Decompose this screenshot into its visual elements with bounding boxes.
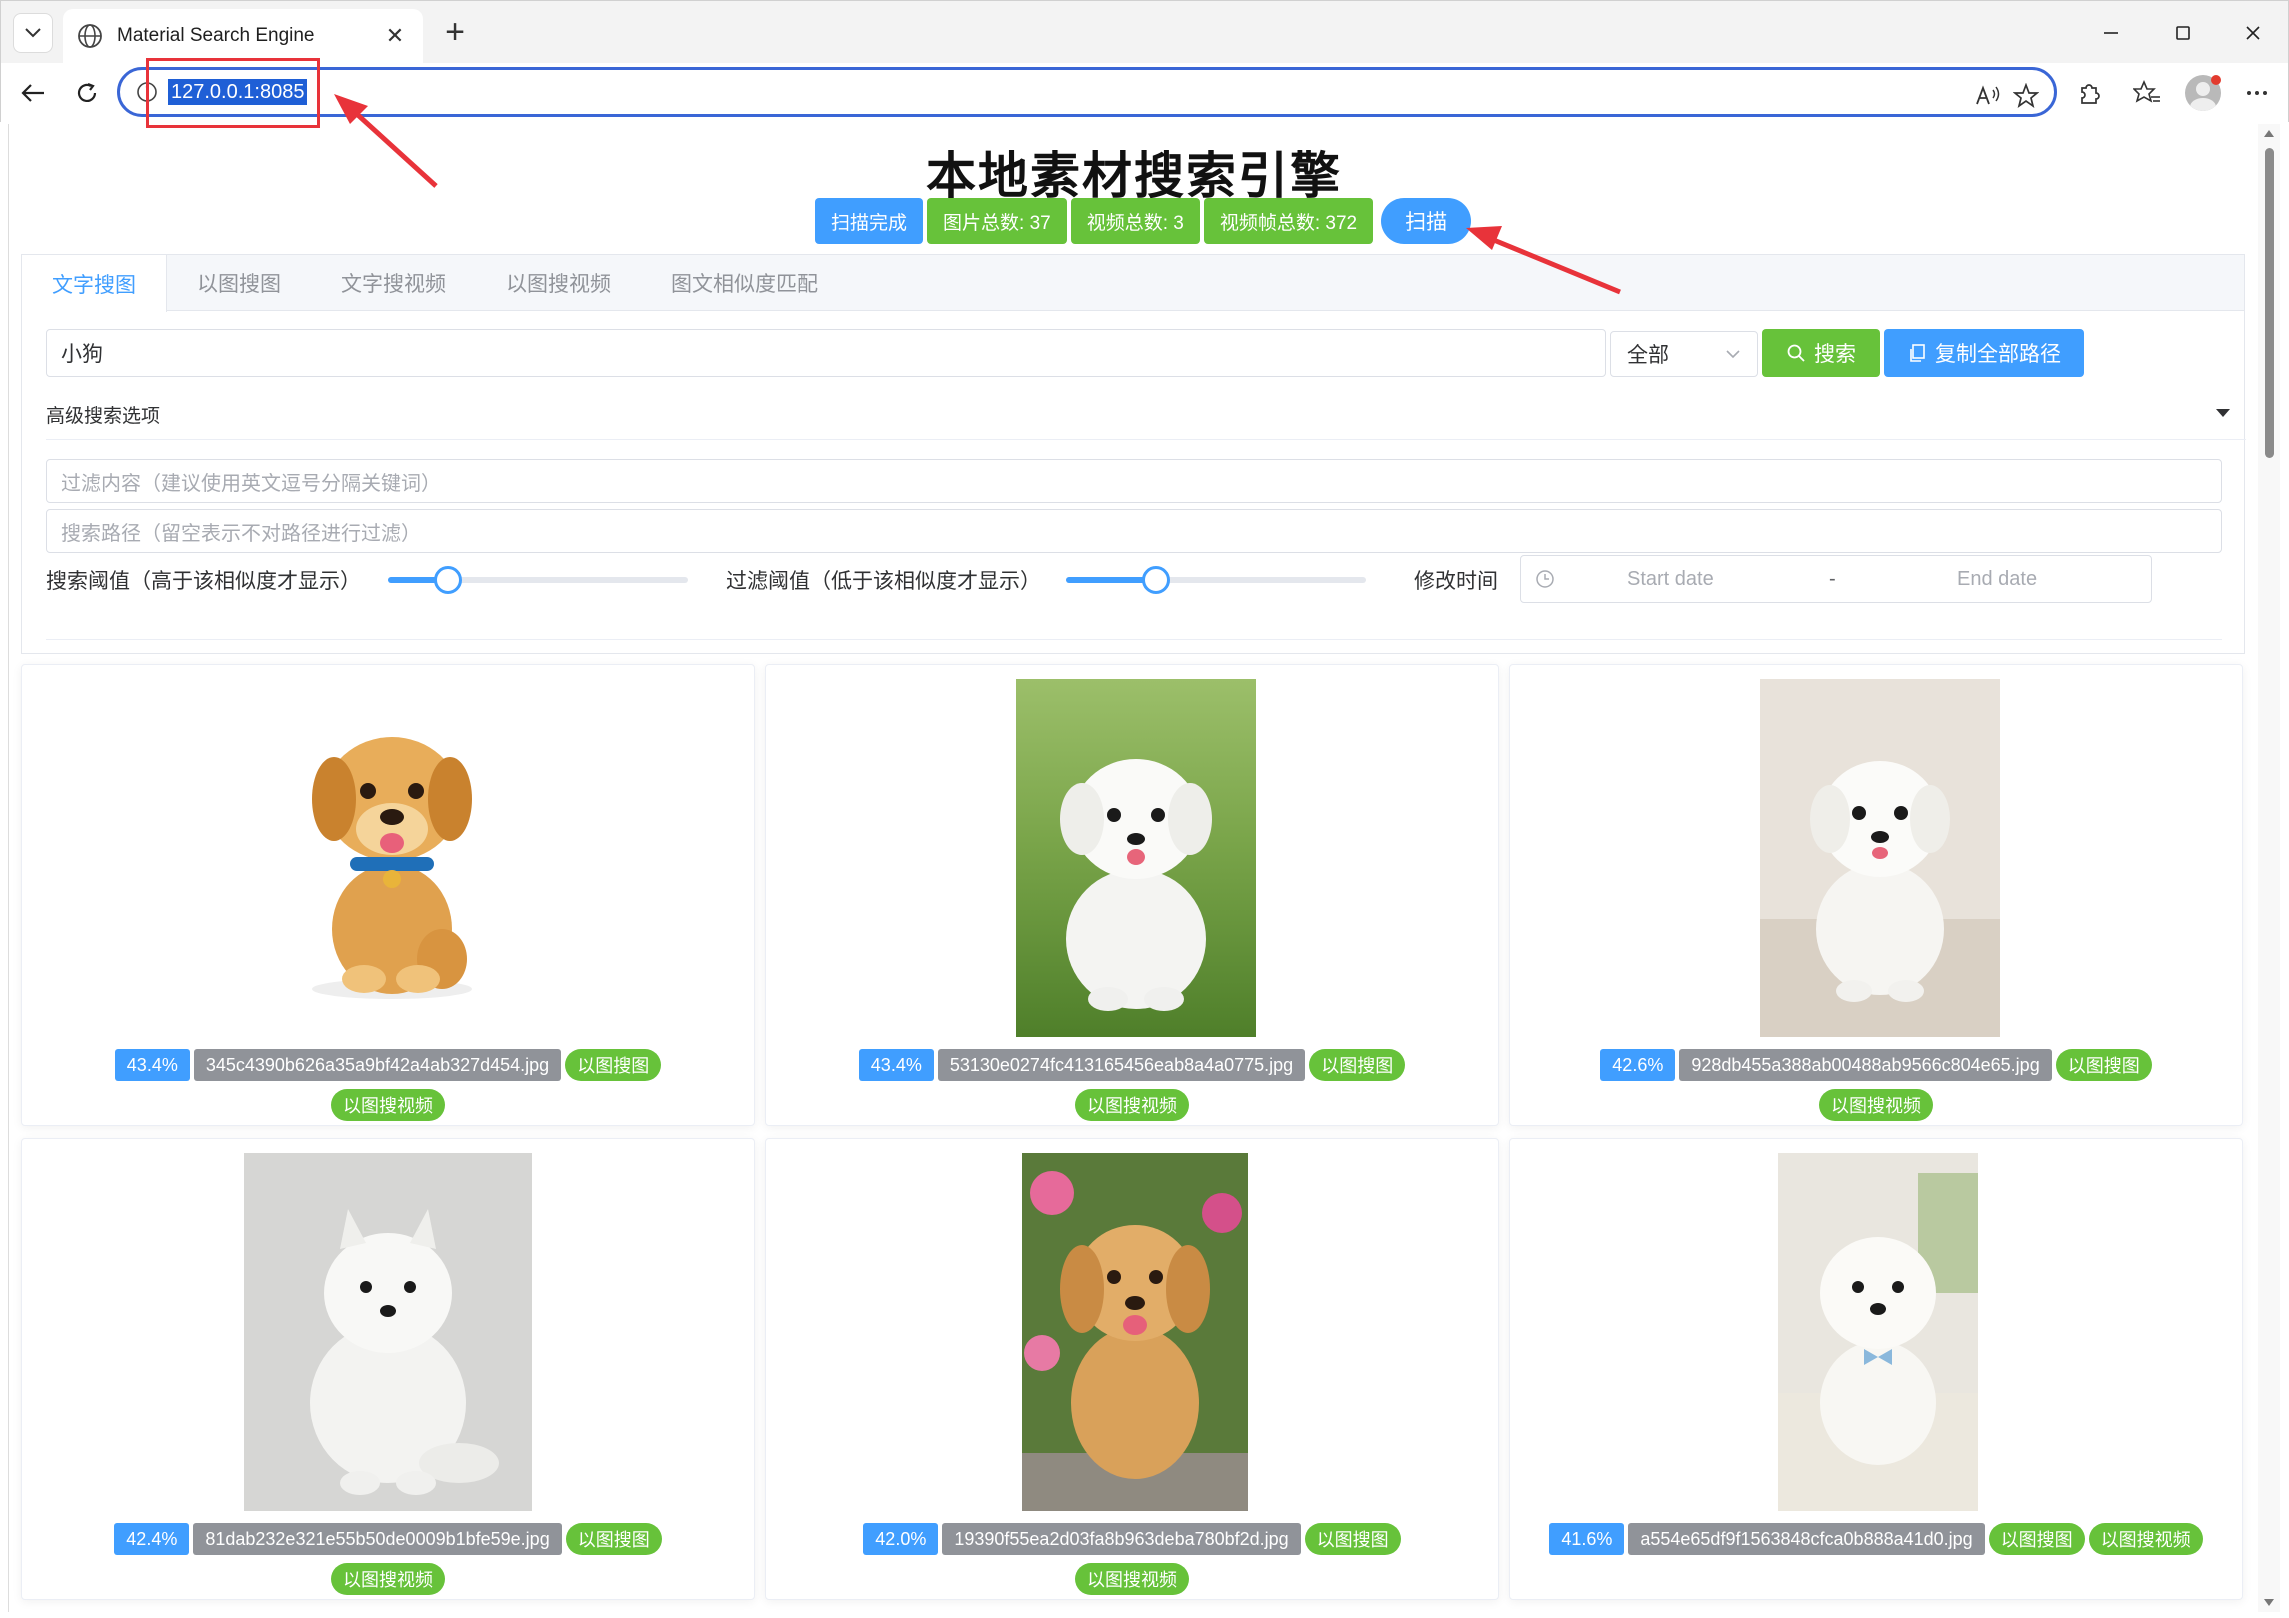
- annotation-arrow-scan: [1466, 226, 1621, 295]
- annotation-arrow-url: [334, 94, 438, 188]
- annotation-arrows: [334, 94, 1621, 295]
